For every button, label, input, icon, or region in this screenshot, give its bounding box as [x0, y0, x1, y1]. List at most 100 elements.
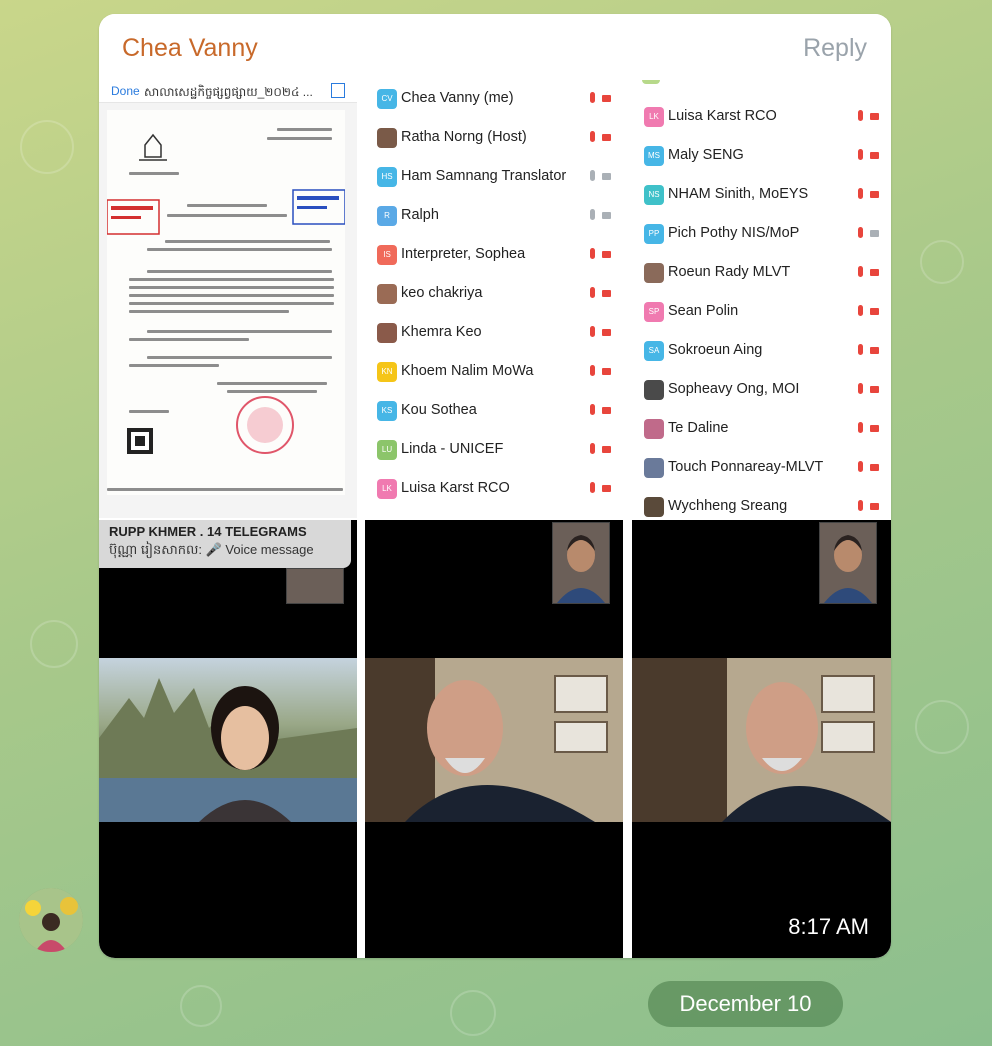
- participant-row[interactable]: NS NHAM Sinith, MoEYS: [632, 176, 891, 215]
- participant-name: Sokroeun Aing: [668, 342, 763, 358]
- participant-row[interactable]: Touch Ponnareay-MLVT: [632, 449, 891, 488]
- wallpaper-doodle: [30, 620, 78, 668]
- participant-avatar: [377, 323, 397, 343]
- photo-grid: Done សាលាសេដ្ឋកិច្ចផ្សព្វផ្សាយ_២០២៤ ...: [99, 80, 891, 958]
- camera-off-icon: [870, 464, 879, 471]
- participant-row[interactable]: keo chakriya: [365, 275, 623, 314]
- participant-row[interactable]: HS Ham Samnang Translator: [365, 158, 623, 197]
- wallpaper-doodle: [450, 990, 496, 1036]
- participant-video: [365, 658, 623, 822]
- reply-button[interactable]: Reply: [803, 34, 867, 63]
- camera-off-icon: [602, 95, 611, 102]
- participant-row[interactable]: Te Daline: [632, 410, 891, 449]
- mic-muted-icon: [590, 287, 595, 298]
- message-bubble[interactable]: Chea Vanny Reply Done សាលាសេដ្ឋកិច្ចផ្សព…: [99, 14, 891, 958]
- participant-video: [632, 658, 891, 822]
- camera-icon: [602, 212, 611, 219]
- camera-off-icon: [602, 368, 611, 375]
- participant-row[interactable]: SP Sean Polin: [632, 293, 891, 332]
- participant-row[interactable]: SA Sokroeun Aing: [632, 332, 891, 371]
- camera-icon: [602, 173, 611, 180]
- participant-name: Luisa Karst RCO: [668, 108, 777, 124]
- participant-row[interactable]: KN Khoem Nalim MoWa: [365, 353, 623, 392]
- photo-participants-1[interactable]: CV Chea Vanny (me) Ratha Norng (Host) HS Ham…: [365, 80, 623, 518]
- video-frame: [99, 678, 357, 822]
- photo-document[interactable]: Done សាលាសេដ្ឋកិច្ចផ្សព្វផ្សាយ_២០២៤ ...: [99, 80, 357, 518]
- participant-name: Interpreter, Sophea: [401, 246, 526, 262]
- camera-off-icon: [870, 152, 879, 159]
- participant-name: Kou Sothea: [401, 402, 477, 418]
- participant-name: Sean Polin: [668, 303, 739, 319]
- participant-avatar: PP: [644, 224, 664, 244]
- participant-row[interactable]: LU Linda - UNICEF: [365, 431, 623, 470]
- photo-video-call-3[interactable]: 8:17 AM: [632, 520, 891, 958]
- wallpaper-doodle: [920, 240, 964, 284]
- participant-avatar: LU: [377, 440, 397, 460]
- participant-avatar: R: [377, 206, 397, 226]
- camera-off-icon: [870, 269, 879, 276]
- mic-muted-icon: [590, 443, 595, 454]
- participant-row[interactable]: LK Luisa Karst RCO: [365, 470, 623, 509]
- notification-body: ប៊ុណ្ណា រៀនសាកល: 🎤 Voice message: [109, 542, 314, 557]
- participant-avatar: LK: [644, 107, 664, 127]
- list-top-cut: [642, 80, 660, 84]
- camera-off-icon: [602, 446, 611, 453]
- camera-off-icon: [870, 347, 879, 354]
- participant-avatar: [644, 419, 664, 439]
- mic-muted-icon: [590, 92, 595, 103]
- sender-avatar[interactable]: [19, 888, 83, 952]
- participant-name: Roeun Rady MLVT: [668, 264, 791, 280]
- participant-name: keo chakriya: [401, 285, 483, 301]
- participant-row[interactable]: PP Pich Pothy NIS/MoP: [632, 215, 891, 254]
- participant-row[interactable]: KS Kou Sothea: [365, 392, 623, 431]
- avatar-image: [19, 888, 83, 952]
- camera-off-icon: [870, 503, 879, 510]
- self-view-image: [824, 535, 872, 603]
- participant-row[interactable]: R Ralph: [365, 197, 623, 236]
- participant-name: Ratha Norng (Host): [401, 129, 527, 145]
- camera-off-icon: [602, 134, 611, 141]
- document-toolbar: Done សាលាសេដ្ឋកិច្ចផ្សព្វផ្សាយ_២០២៤ ...: [99, 80, 357, 103]
- participant-avatar: IS: [377, 245, 397, 265]
- participant-row[interactable]: CV Chea Vanny (me): [365, 80, 623, 119]
- participant-name: Ralph: [401, 207, 439, 223]
- participant-avatar: SA: [644, 341, 664, 361]
- participant-avatar: [377, 284, 397, 304]
- self-view-image: [557, 535, 605, 603]
- camera-off-icon: [602, 251, 611, 258]
- camera-off-icon: [602, 290, 611, 297]
- camera-off-icon: [870, 191, 879, 198]
- mic-muted-icon: [858, 227, 863, 238]
- date-separator: December 10: [648, 981, 843, 1027]
- photo-video-call-2[interactable]: [365, 520, 623, 958]
- share-icon[interactable]: [331, 83, 345, 98]
- participant-row[interactable]: Roeun Rady MLVT: [632, 254, 891, 293]
- notification-banner[interactable]: RUPP KHMER . 14 TELEGRAMS ប៊ុណ្ណា រៀនសាក…: [99, 520, 351, 568]
- message-header: Chea Vanny Reply: [99, 14, 891, 80]
- mic-muted-icon: [858, 383, 863, 394]
- participant-row[interactable]: Ratha Norng (Host): [365, 119, 623, 158]
- wallpaper-doodle: [20, 120, 74, 174]
- participant-name: NHAM Sinith, MoEYS: [668, 186, 809, 202]
- participant-name: Te Daline: [668, 420, 729, 436]
- done-button[interactable]: Done: [111, 84, 140, 98]
- participant-name: Sopheavy Ong, MOI: [668, 381, 800, 397]
- participant-name: Ham Samnang Translator: [401, 168, 567, 184]
- participant-row[interactable]: Wychheng Sreang: [632, 488, 891, 518]
- participant-row[interactable]: LK Luisa Karst RCO: [632, 98, 891, 137]
- participant-name: Maly SENG: [668, 147, 744, 163]
- participant-name: Khemra Keo: [401, 324, 482, 340]
- participant-name: Chea Vanny (me): [401, 90, 514, 106]
- participant-row[interactable]: IS Interpreter, Sophea: [365, 236, 623, 275]
- video-frame: [632, 658, 891, 822]
- mic-muted-icon: [858, 461, 863, 472]
- sender-name[interactable]: Chea Vanny: [122, 34, 258, 63]
- participant-row[interactable]: Sopheavy Ong, MOI: [632, 371, 891, 410]
- participant-row[interactable]: MS Maly SENG: [632, 137, 891, 176]
- participant-avatar: KN: [377, 362, 397, 382]
- participant-row[interactable]: Khemra Keo: [365, 314, 623, 353]
- photo-video-call-1[interactable]: RUPP KHMER . 14 TELEGRAMS ប៊ុណ្ណា រៀនសាក…: [99, 520, 357, 958]
- photo-participants-2[interactable]: LK Luisa Karst RCO MS Maly SENG NS NHAM Sinit…: [632, 80, 891, 518]
- mic-muted-icon: [590, 131, 595, 142]
- participant-name: Luisa Karst RCO: [401, 480, 510, 496]
